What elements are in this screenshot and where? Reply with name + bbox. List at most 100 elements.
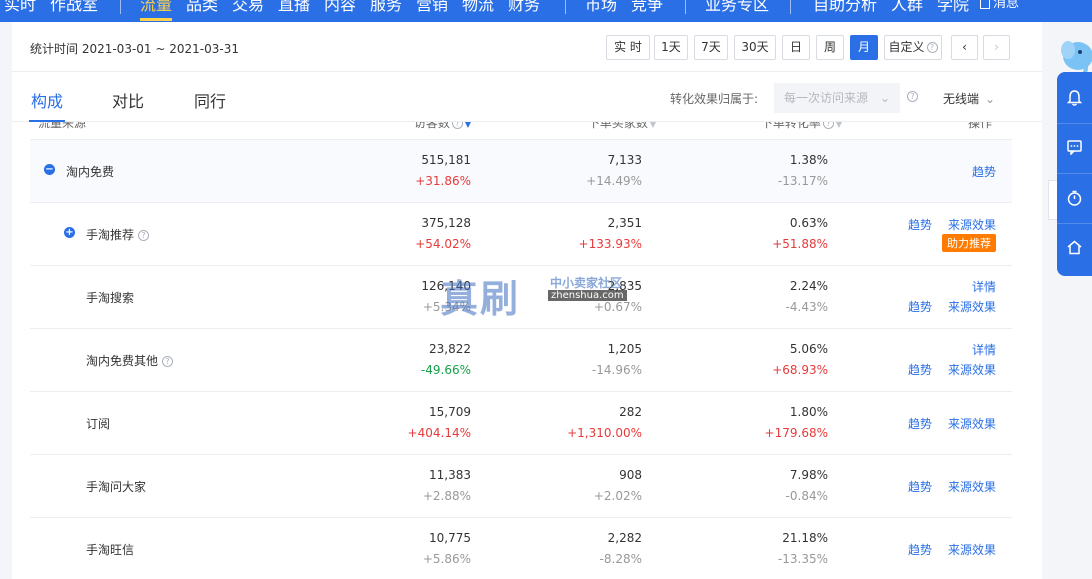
attribution-select[interactable]: 每一次访问来源 ⌄ (774, 83, 900, 113)
trend-link[interactable]: 趋势 (908, 478, 932, 495)
message-icon (980, 0, 990, 9)
table-row: + 手淘推荐? 375,128 +54.02% 2,351 +133.93% 0.63% +5… (30, 203, 1012, 266)
source-effect-link[interactable]: 来源效果 (948, 415, 996, 432)
visitors-cell: 23,822 -49.66% (420, 342, 471, 377)
date-btn-5[interactable]: 周 (816, 35, 844, 60)
nav-item-12[interactable]: 竞争 (631, 0, 663, 15)
help-icon[interactable]: ? (907, 91, 918, 102)
table-header: 流量来源 访客数? ▼ 下单买家数 ▼ 下单转化率? ▼ 操作 (30, 122, 1012, 140)
device-select[interactable]: 无线端 ⌄ (943, 90, 995, 107)
nav-item-1[interactable]: 作战室 (50, 0, 98, 15)
header-ops: 操作 (967, 122, 992, 130)
sort-icon[interactable]: ▼ (836, 122, 842, 129)
ops-cell: 详情趋势 来源效果 (876, 329, 996, 392)
tab-1[interactable]: 对比 (112, 88, 144, 112)
next-period-button[interactable]: › (983, 35, 1010, 60)
boost-recommend-badge[interactable]: 助力推荐 (942, 234, 996, 252)
rate-cell: 2.24% -4.43% (785, 279, 828, 314)
help-icon[interactable]: ? (162, 356, 174, 367)
nav-item-4[interactable]: 交易 (232, 0, 264, 15)
date-btn-2[interactable]: 7天 (694, 35, 728, 60)
date-btn-6[interactable]: 月 (850, 35, 878, 60)
nav-item-3[interactable]: 品类 (186, 0, 218, 15)
nav-item-0[interactable]: 实时 (4, 0, 36, 15)
collapse-icon[interactable]: − (44, 164, 55, 175)
source-name: 手淘搜索 (86, 291, 135, 305)
nav-item-10[interactable]: 财务 (508, 0, 540, 15)
sort-desc-icon[interactable]: ▼ (465, 122, 471, 129)
tab-2[interactable]: 同行 (194, 88, 226, 112)
source-name: 订阅 (86, 417, 111, 431)
nav-item-13[interactable]: 业务专区 (705, 0, 769, 15)
header-visitors[interactable]: 访客数? ▼ (414, 122, 471, 131)
buyers-cell: 1,205 -14.96% (591, 342, 642, 377)
message-link[interactable]: 消息 (980, 0, 1019, 11)
rate-cell: 1.80% +179.68% (764, 405, 828, 440)
buyers-cell: 7,133 +14.49% (586, 153, 642, 188)
trend-link[interactable]: 趋势 (908, 415, 932, 432)
date-btn-4[interactable]: 日 (782, 35, 810, 60)
visitors-cell: 15,709 +404.14% (407, 405, 471, 440)
trend-link[interactable]: 趋势 (908, 216, 932, 233)
nav-divider (790, 0, 791, 14)
bell-icon[interactable] (1057, 74, 1092, 124)
source-name: 手淘旺信 (86, 543, 135, 557)
ops-cell: 趋势 来源效果 助力推荐 (876, 203, 996, 266)
trend-link[interactable]: 趋势 (908, 361, 932, 378)
detail-link[interactable]: 详情 (972, 278, 996, 295)
header-rate[interactable]: 下单转化率? ▼ (761, 122, 842, 131)
rate-cell: 0.63% +51.88% (772, 216, 828, 251)
tab-0[interactable]: 构成 (28, 88, 66, 122)
source-name: 手淘问大家 (86, 480, 147, 494)
help-icon: ? (926, 42, 938, 53)
main-panel: 统计时间 2021-03-01 ~ 2021-03-31 实 时 1天 7天 30天日… (12, 22, 1042, 579)
trend-link[interactable]: 趋势 (972, 163, 996, 180)
rate-cell: 21.18% -13.35% (777, 531, 828, 566)
rate-cell: 7.98% -0.84% (785, 468, 828, 503)
nav-item-2[interactable]: 流量 (140, 0, 173, 21)
date-btn-0[interactable]: 实 时 (606, 35, 650, 60)
table-row: 手淘搜索 126,140 +5.34% 2,835 +0.67% 2.24% -4.43% 详… (30, 266, 1012, 329)
help-icon[interactable]: ? (138, 230, 150, 241)
ops-cell: 趋势 来源效果 (876, 455, 996, 518)
date-btn-1[interactable]: 1天 (654, 35, 688, 60)
nav-item-8[interactable]: 营销 (416, 0, 448, 15)
source-effect-link[interactable]: 来源效果 (948, 298, 996, 315)
elephant-mascot-icon[interactable] (1058, 36, 1092, 76)
source-effect-link[interactable]: 来源效果 (948, 541, 996, 558)
prev-period-button[interactable]: ‹ (951, 35, 978, 60)
ops-cell: 趋势 (876, 140, 996, 203)
trend-link[interactable]: 趋势 (908, 298, 932, 315)
expand-icon[interactable]: + (64, 227, 75, 238)
source-effect-link[interactable]: 来源效果 (948, 478, 996, 495)
nav-item-11[interactable]: 市场 (585, 0, 617, 15)
nav-item-5[interactable]: 直播 (278, 0, 310, 15)
source-effect-link[interactable]: 来源效果 (948, 361, 996, 378)
visitors-cell: 11,383 +2.88% (422, 468, 471, 503)
nav-divider (565, 0, 566, 14)
detail-link[interactable]: 详情 (972, 341, 996, 358)
buyers-cell: 2,351 +133.93% (578, 216, 642, 251)
attribution-value: 每一次访问来源 (784, 91, 869, 105)
date-btn-7[interactable]: 自定义? (884, 35, 942, 60)
timer-icon[interactable] (1057, 174, 1092, 224)
nav-item-14[interactable]: 自助分析 (813, 0, 877, 15)
nav-item-6[interactable]: 内容 (324, 0, 356, 15)
help-icon: ? (822, 122, 834, 129)
source-effect-link[interactable]: 来源效果 (948, 216, 996, 233)
nav-item-16[interactable]: 学院 (937, 0, 969, 15)
buyers-cell: 2,835 +0.67% (593, 279, 642, 314)
tab-bar: 构成 对比 同行 转化效果归属于: 每一次访问来源 ⌄ ? 无线端 ⌄ (12, 72, 1042, 122)
header-buyers[interactable]: 下单买家数 ▼ (588, 122, 656, 131)
nav-item-15[interactable]: 人群 (891, 0, 923, 15)
stat-date-range: 统计时间 2021-03-01 ~ 2021-03-31 (30, 42, 239, 56)
sort-icon[interactable]: ▼ (650, 122, 656, 129)
nav-item-7[interactable]: 服务 (370, 0, 402, 15)
date-btn-3[interactable]: 30天 (734, 35, 776, 60)
visitors-cell: 10,775 +5.86% (422, 531, 471, 566)
top-nav: 实时 作战室 流量 品类 交易 直播 内容 服务 营销 物流 财务 市场 竞争 业务专区 自助分析 人群 学院消… (0, 0, 1092, 22)
chat-icon[interactable] (1057, 124, 1092, 174)
home-icon[interactable] (1057, 224, 1092, 274)
nav-item-9[interactable]: 物流 (462, 0, 494, 15)
trend-link[interactable]: 趋势 (908, 541, 932, 558)
